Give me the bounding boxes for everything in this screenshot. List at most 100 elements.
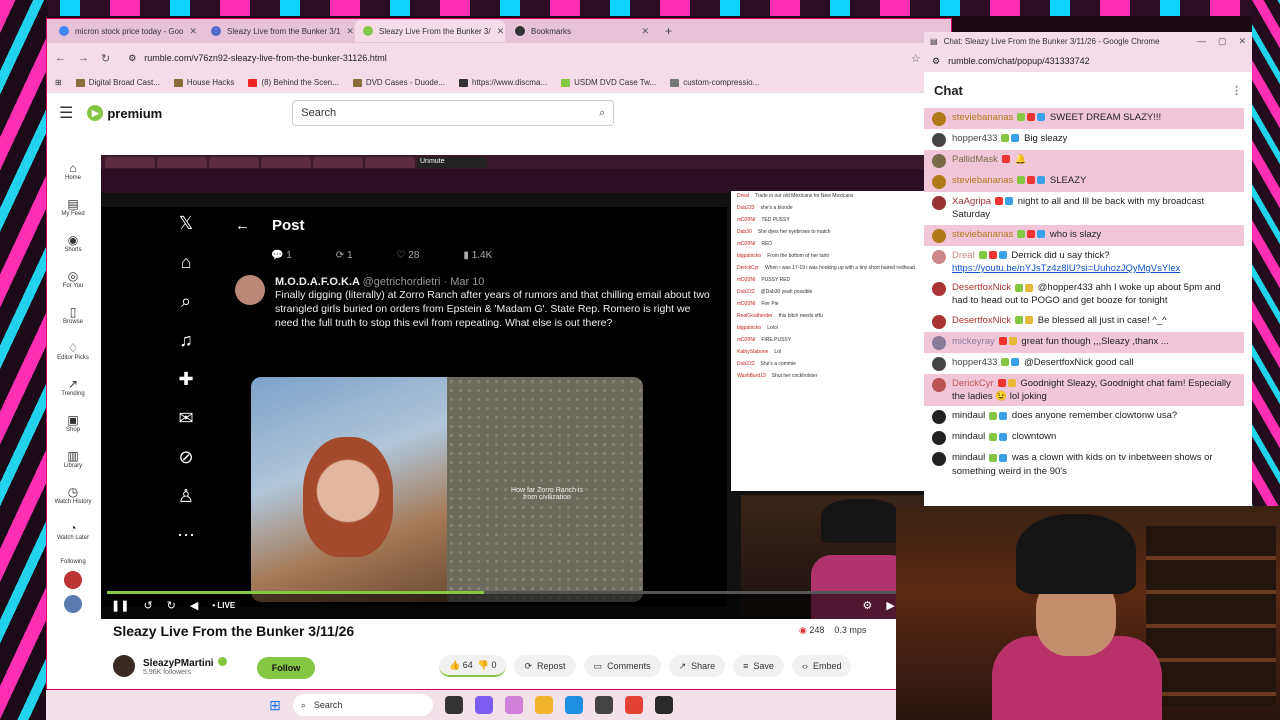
chrome-icon[interactable] [624, 696, 643, 714]
search-icon[interactable]: ⌕ [599, 107, 605, 120]
task-view-icon[interactable] [444, 696, 463, 714]
address-bar[interactable]: ⚙ rumble.com/v76zn92-sleazy-live-from-th… [122, 47, 899, 69]
channel-name[interactable]: SleazyPMartini [143, 656, 227, 669]
close-icon[interactable]: ✕ [641, 26, 649, 37]
avatar[interactable] [932, 175, 946, 189]
edge-icon[interactable] [564, 696, 583, 714]
bookmark-item[interactable]: Digital Broad Cast... [75, 78, 160, 87]
comments-button[interactable]: ▭ Comments [583, 655, 661, 677]
avatar[interactable] [932, 377, 946, 392]
chat-username[interactable]: mickeyray [952, 336, 995, 347]
avatar[interactable] [113, 655, 135, 677]
chat-username[interactable]: steviebananas [952, 229, 1013, 240]
bookmark-star-icon[interactable]: ☆ [911, 52, 921, 65]
repost-button[interactable]: ⟳ Repost [514, 655, 576, 677]
rumble-logo[interactable]: ▶ premium [87, 105, 162, 121]
tab-sleazy-1[interactable]: Sleazy Live from the Bunker 3/1 ✕ [203, 20, 353, 42]
chat-address-bar[interactable]: ⚙ rumble.com/chat/popup/431333742 [924, 50, 1252, 72]
share-button[interactable]: ↗ Share [668, 655, 726, 677]
close-icon[interactable]: ✕ [189, 26, 197, 37]
apps-icon[interactable]: ⊞ [55, 78, 62, 87]
avatar[interactable] [932, 431, 946, 446]
app-icon[interactable] [654, 696, 673, 714]
avatar[interactable] [932, 356, 946, 371]
file-explorer-icon[interactable] [534, 696, 553, 714]
avatar[interactable] [932, 249, 946, 264]
bookmark-item[interactable]: USDM DVD Case Tw... [561, 78, 656, 87]
sidebar-item-shop[interactable]: ▣ Shop [66, 413, 80, 443]
bookmark-item[interactable]: DVD Cases - Duode... [352, 78, 445, 87]
sidebar-item-editor-picks[interactable]: ♢ Editor Picks [57, 341, 89, 371]
chat-username[interactable]: mindaul [952, 431, 985, 442]
chat-username[interactable]: steviebananas [952, 112, 1013, 123]
avatar[interactable] [932, 154, 946, 168]
chat-link[interactable]: https://youtu.be/nYJsTz4z8lU?si=UuhozJQy… [952, 263, 1180, 274]
taskbar-search[interactable]: ⌕ Search [292, 694, 433, 716]
minimize-icon[interactable]: — [1197, 36, 1206, 47]
following-avatar[interactable] [64, 571, 82, 589]
following-avatar[interactable] [64, 595, 82, 613]
forward-icon[interactable]: ↻ [167, 599, 176, 612]
unmute-button[interactable]: Unmute [417, 156, 487, 168]
save-button[interactable]: ≡ Save [733, 655, 784, 677]
avatar[interactable] [932, 314, 946, 329]
play-icon[interactable]: ▶ [886, 599, 894, 612]
chat-username[interactable]: hopper433 [952, 133, 997, 144]
chat-username[interactable]: Dreal [952, 250, 975, 261]
replay-icon[interactable]: ↺ [143, 599, 152, 612]
chat-username[interactable]: DesertfoxNick [952, 315, 1011, 326]
bookmark-item[interactable]: House Hacks [173, 78, 234, 87]
dislike-button[interactable]: 👎 0 [478, 660, 497, 671]
sidebar-item-browse[interactable]: ▯ Browse [63, 305, 83, 335]
close-icon[interactable]: ✕ [346, 26, 353, 37]
close-icon[interactable]: ✕ [497, 26, 505, 37]
sidebar-item-my-feed[interactable]: ▤ My Feed [61, 197, 84, 227]
app-icon[interactable] [594, 696, 613, 714]
avatar[interactable] [932, 228, 946, 243]
video-player[interactable]: Unmute 𝕏 ⌂ ⌕ ♫ ✚ ✉ ⊘ ♙ ⋯ ← Post � [101, 155, 951, 619]
chat-username[interactable]: mindaul [952, 410, 985, 421]
search-input[interactable]: Search ⌕ [292, 100, 615, 126]
avatar[interactable] [932, 133, 946, 147]
avatar[interactable] [932, 452, 946, 467]
tab-micron[interactable]: micron stock price today - Goo ✕ [51, 20, 201, 42]
avatar[interactable] [932, 282, 946, 297]
sidebar-item-watch-later[interactable]: ◔ Watch Later [57, 521, 89, 551]
site-info-icon[interactable]: ⚙ [128, 53, 136, 64]
like-button[interactable]: 👍 64 [449, 660, 473, 671]
sidebar-item-library[interactable]: ▥ Library [64, 449, 82, 479]
chat-username[interactable]: hopper433 [952, 357, 997, 368]
copilot-icon[interactable] [474, 696, 493, 714]
tab-sleazy-2[interactable]: Sleazy Live From the Bunker 3/ ✕ [355, 20, 505, 42]
avatar[interactable] [932, 112, 946, 126]
tab-bookmarks[interactable]: Bookmarks ✕ [507, 20, 657, 42]
follow-button[interactable]: Follow [257, 657, 315, 679]
bookmark-item[interactable]: custom-compressio... [670, 78, 759, 87]
chat-username[interactable]: steviebananas [952, 175, 1013, 186]
embed-button[interactable]: ‹› Embed [791, 655, 852, 677]
forward-icon[interactable]: → [78, 52, 89, 64]
windows-start-icon[interactable]: ⊞ [269, 697, 281, 714]
chat-username[interactable]: PallidMask [952, 154, 998, 165]
settings-icon[interactable]: ⚙ [863, 599, 873, 612]
reload-icon[interactable]: ↻ [101, 52, 110, 65]
avatar[interactable] [932, 196, 946, 210]
pause-icon[interactable]: ❚❚ [111, 599, 129, 612]
menu-icon[interactable]: ☰ [59, 103, 73, 123]
bookmark-item[interactable]: https://www.discma... [458, 78, 547, 87]
avatar[interactable] [932, 335, 946, 350]
sidebar-item-for-you[interactable]: ◎ For You [63, 269, 84, 299]
volume-icon[interactable]: ◀ [190, 599, 198, 612]
sidebar-item-trending[interactable]: ↗ Trending [61, 377, 84, 407]
teams-icon[interactable] [504, 696, 523, 714]
avatar[interactable] [932, 410, 946, 425]
sidebar-item-home[interactable]: ⌂ Home [65, 161, 81, 191]
chat-username[interactable]: mindaul [952, 452, 985, 463]
sidebar-item-shorts[interactable]: ◉ Shorts [64, 233, 81, 263]
sidebar-item-watch-history[interactable]: ◷ Watch History [54, 485, 91, 515]
bookmark-item[interactable]: (8) Behind the Scen... [248, 78, 339, 87]
chat-username[interactable]: DerickCyr [952, 378, 994, 389]
chat-username[interactable]: XaAgripa [952, 196, 991, 207]
chat-username[interactable]: DesertfoxNick [952, 282, 1011, 293]
more-options-icon[interactable]: ⋮ [1231, 84, 1242, 97]
